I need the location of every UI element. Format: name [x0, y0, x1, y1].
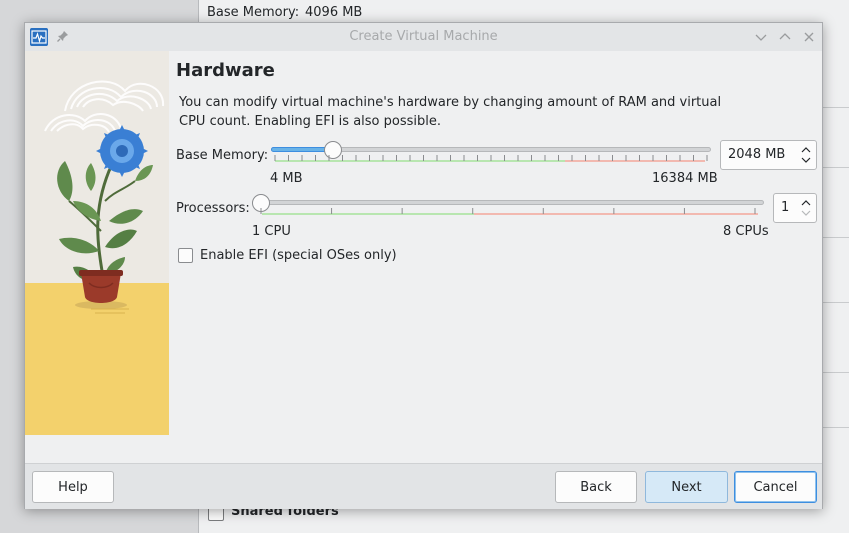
base-memory-min-label: 4 MB [270, 171, 303, 186]
processors-spinbox[interactable]: 1 [773, 193, 817, 223]
base-memory-spinbox[interactable]: 2048 MB [720, 140, 817, 170]
help-button[interactable]: Help [32, 471, 114, 503]
maximize-icon[interactable] [777, 29, 793, 45]
spin-arrows-icon[interactable] [800, 197, 812, 219]
close-icon[interactable] [801, 29, 817, 45]
enable-efi-checkbox[interactable] [178, 248, 193, 263]
title-bar[interactable]: Create Virtual Machine [25, 23, 822, 51]
base-memory-max-label: 16384 MB [652, 171, 718, 186]
next-button[interactable]: Next [645, 471, 728, 503]
processors-label: Processors: [176, 201, 250, 216]
enable-efi-label[interactable]: Enable EFI (special OSes only) [200, 248, 397, 263]
create-vm-dialog: Create Virtual Machine Hardware You can … [24, 22, 823, 509]
processors-ticks [260, 208, 756, 214]
spin-arrows-icon[interactable] [800, 144, 812, 166]
back-button[interactable]: Back [555, 471, 637, 503]
processors-max-label: 8 CPUs [723, 224, 769, 239]
base-memory-label: Base Memory: [176, 148, 269, 163]
minimize-icon[interactable] [753, 29, 769, 45]
base-memory-slider[interactable] [271, 141, 713, 165]
dialog-footer: Help Back Next Cancel [25, 463, 822, 509]
processors-min-label: 1 CPU [252, 224, 291, 239]
processors-slider[interactable] [252, 194, 766, 218]
wizard-illustration [25, 51, 169, 435]
page-description: You can modify virtual machine's hardwar… [179, 95, 722, 129]
base-memory-value[interactable]: 2048 MB [728, 147, 785, 162]
cancel-button[interactable]: Cancel [734, 471, 817, 503]
window-title: Create Virtual Machine [349, 29, 498, 44]
processors-value[interactable]: 1 [781, 200, 789, 215]
background-base-memory-value: 4096 MB [305, 5, 363, 20]
base-memory-ticks [274, 155, 708, 161]
page-heading: Hardware [176, 60, 275, 81]
background-base-memory-label: Base Memory: [207, 5, 300, 20]
